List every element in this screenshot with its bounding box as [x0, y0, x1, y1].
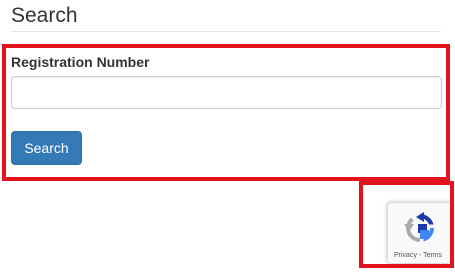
- search-page: Search Registration Number Search Privac…: [0, 0, 455, 276]
- form-highlight-box: [2, 44, 450, 181]
- page-title: Search: [11, 4, 78, 27]
- title-divider: [11, 31, 441, 32]
- captcha-highlight-box: [359, 181, 454, 268]
